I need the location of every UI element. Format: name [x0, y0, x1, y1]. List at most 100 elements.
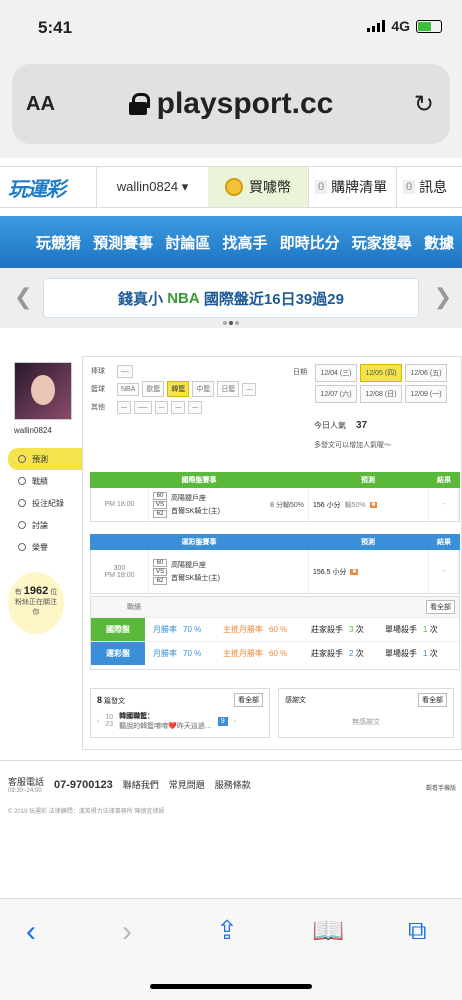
- back-icon[interactable]: ‹: [26, 915, 36, 949]
- profile-name: wallin0824: [14, 426, 52, 435]
- avatar[interactable]: [14, 362, 72, 420]
- chevron-left-icon[interactable]: ‹: [97, 718, 99, 725]
- share-icon[interactable]: ⇪: [216, 915, 238, 946]
- url-display[interactable]: playsport.cc: [128, 87, 333, 121]
- record-label: 運彩盤: [91, 642, 145, 665]
- metric-value: 70: [183, 649, 192, 658]
- bookmarks-icon[interactable]: 📖: [312, 915, 344, 946]
- mobile-version-link[interactable]: 觀看手機版: [426, 783, 456, 792]
- buy-coin-button[interactable]: 買噱幣: [208, 167, 308, 207]
- side-item-discuss[interactable]: 討論: [8, 514, 84, 536]
- post-date: 23: [105, 721, 114, 728]
- side-item-predict[interactable]: 預測: [8, 448, 84, 470]
- terms-link[interactable]: 服務條款: [215, 778, 251, 791]
- popularity: 今日人氣 37: [314, 420, 367, 431]
- filter-chip[interactable]: 韓籃: [167, 381, 190, 397]
- nav-item[interactable]: 預測賽事: [93, 232, 153, 253]
- thanks-empty: 無感謝文: [352, 719, 380, 726]
- filter-chip[interactable]: [242, 382, 257, 396]
- site-logo[interactable]: 玩運彩: [0, 173, 96, 202]
- result: -: [429, 488, 459, 521]
- record-row: 運彩盤 月勝率 70 % 主推月勝率 60 % 莊家殺手 2 次 單場殺手 1 次: [91, 641, 459, 665]
- filter-chip[interactable]: NBA: [117, 382, 140, 396]
- filter-chip[interactable]: 歐籃: [142, 381, 165, 397]
- handicap: 8 分輸50%: [270, 501, 304, 509]
- side-item-honor[interactable]: 榮譽: [8, 536, 84, 558]
- posts-label: 篇發文: [103, 697, 125, 705]
- thanks-box: 感謝文 看全部 無感謝文: [278, 688, 454, 738]
- metric-unit: %: [194, 649, 202, 658]
- filter-chip[interactable]: [171, 400, 186, 414]
- date-chip[interactable]: 12/08 (日): [360, 385, 402, 403]
- nav-item[interactable]: 數據: [424, 232, 454, 253]
- messages-button[interactable]: 0 訊息: [396, 167, 462, 207]
- address-bar[interactable]: AA playsport.cc ↻: [12, 64, 450, 144]
- date-chip[interactable]: 12/06 (五): [405, 364, 447, 382]
- team-name: 高陽獵戶座: [171, 562, 207, 569]
- date-chip[interactable]: 12/07 (六): [315, 385, 357, 403]
- copyright: © 2019 玩運彩 法律顧問：漢英得力法律事務所 陳德宜律師: [8, 809, 165, 815]
- home-indicator: [150, 984, 312, 989]
- service-label: 客服電話: [8, 777, 45, 787]
- metric-unit: 次: [429, 649, 438, 658]
- col-header: 預測: [361, 477, 375, 484]
- cart-label: 購牌清單: [331, 179, 388, 195]
- side-item-record[interactable]: 戰績: [8, 470, 84, 492]
- filter-key: 籃球: [91, 386, 105, 393]
- post-title: 韓國職籃：: [119, 713, 155, 720]
- posts-box: 8 篇發文 看全部 ‹ 10 23 韓國職籃： 聽說的韓籃唷唷❤️昨天這過… 9 ›: [90, 688, 270, 738]
- filter-chip[interactable]: [117, 400, 131, 414]
- metric-label: 莊家殺手: [311, 649, 343, 658]
- metric-unit: 次: [355, 649, 364, 658]
- service-hours: 09:30~24:00: [8, 788, 42, 794]
- view-all-button[interactable]: 看全部: [234, 693, 263, 707]
- filter-chip[interactable]: 日籃: [217, 381, 240, 397]
- cart-button[interactable]: 0 購牌清單: [308, 167, 396, 207]
- side-item-label: 投注紀錄: [32, 498, 64, 508]
- text-size-button[interactable]: AA: [26, 93, 55, 116]
- team-name: 首爾SK騎士(主): [171, 575, 221, 582]
- nav-item[interactable]: 討論區: [165, 232, 210, 253]
- sport-filters: 棒球 籃球 NBA 歐籃 韓籃 中籃 日籃 其他: [88, 364, 257, 417]
- filter-chip[interactable]: [188, 400, 203, 414]
- nav-item[interactable]: 即時比分: [280, 232, 340, 253]
- metric-value: 1: [423, 649, 428, 658]
- fans-prefix: 有: [14, 589, 22, 596]
- nav-item[interactable]: 玩家搜尋: [352, 232, 412, 253]
- chevron-left-icon[interactable]: ❮: [14, 284, 32, 310]
- contact-link[interactable]: 聯絡我們: [123, 778, 159, 791]
- metric-unit: %: [194, 625, 202, 634]
- reload-icon[interactable]: ↻: [414, 90, 434, 119]
- faq-link[interactable]: 常見問題: [169, 778, 205, 791]
- date-label: 日期: [293, 369, 307, 376]
- post-item[interactable]: ‹ 10 23 韓國職籃： 聽說的韓籃唷唷❤️昨天這過… 9 ›: [91, 711, 269, 731]
- date-chip[interactable]: 12/09 (一): [405, 385, 447, 403]
- side-item-bets[interactable]: 投注紀錄: [8, 492, 84, 514]
- battery-icon: [416, 19, 442, 33]
- view-all-button[interactable]: 看全部: [426, 600, 455, 614]
- chevron-right-icon[interactable]: ›: [234, 718, 236, 725]
- record-box: 戰績 看全部 國際盤 月勝率 70 % 主推月勝率 60 % 莊家殺手 3 次 單場殺手…: [90, 596, 460, 670]
- filter-chip[interactable]: [133, 400, 152, 414]
- tag-icon: ■: [369, 501, 378, 508]
- ticker-dots: [223, 321, 239, 325]
- vs-label: VS: [153, 500, 168, 509]
- phone-number[interactable]: 07-9700123: [54, 779, 113, 791]
- view-all-button[interactable]: 看全部: [418, 693, 447, 707]
- filter-chip[interactable]: [154, 400, 169, 414]
- ticker-item[interactable]: 錢真小 NBA 國際盤近16日39過29: [43, 278, 419, 318]
- tabs-icon[interactable]: ⧉: [408, 915, 427, 947]
- table-title: 運彩盤賽事: [181, 539, 217, 546]
- filter-chip[interactable]: 中籃: [192, 381, 215, 397]
- prediction-note: 輸50%: [344, 501, 366, 509]
- date-chip[interactable]: 12/05 (四): [360, 364, 402, 382]
- fans-unit: 位: [50, 589, 58, 596]
- nav-item[interactable]: 找高手: [222, 232, 267, 253]
- filter-chip[interactable]: [117, 364, 133, 378]
- nav-item[interactable]: 玩競猜: [36, 232, 81, 253]
- buy-coin-label: 買噱幣: [249, 179, 291, 195]
- user-menu[interactable]: wallin0824 ▾: [96, 167, 208, 207]
- date-chip[interactable]: 12/04 (三): [315, 364, 357, 382]
- metric-label: 單場殺手: [385, 625, 417, 634]
- chevron-right-icon[interactable]: ❯: [434, 284, 452, 310]
